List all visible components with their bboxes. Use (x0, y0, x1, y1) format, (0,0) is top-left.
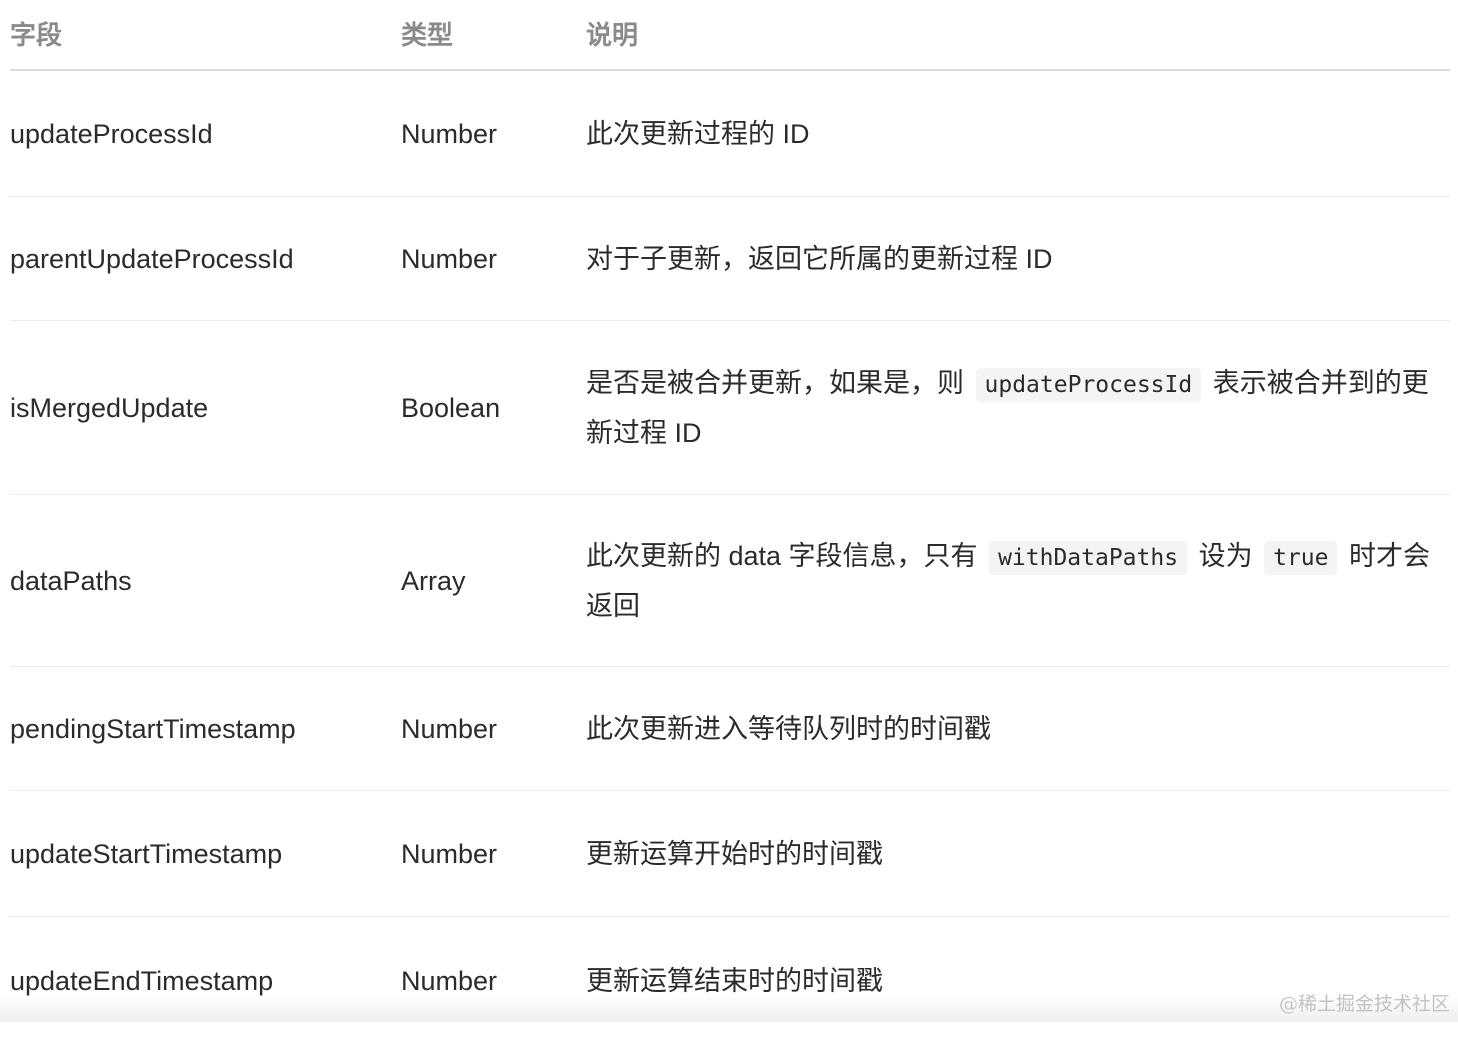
field-type: Boolean (401, 392, 501, 423)
inline-code: withDataPaths (989, 540, 1188, 575)
field-description: 此次更新进入等待队列时的时间戳 (586, 705, 1450, 753)
field-type: Number (401, 118, 498, 149)
table-header-row: 字段 类型 说明 (10, 0, 1450, 71)
description-text: 设为 (1191, 540, 1261, 571)
description-text: 是否是被合并更新，如果是，则 (586, 367, 972, 398)
description-text: 此次更新过程的 ID (586, 118, 810, 149)
table-row: updateEndTimestamp Number 更新运算结束时的时间戳 (10, 917, 1450, 1045)
field-name: updateStartTimestamp (10, 838, 283, 869)
inline-code: updateProcessId (975, 367, 1202, 402)
field-type: Number (401, 713, 498, 744)
description-text: 此次更新的 data 字段信息，只有 (586, 540, 986, 571)
field-description: 对于子更新，返回它所属的更新过程 ID (586, 235, 1450, 283)
field-description: 此次更新的 data 字段信息，只有 withDataPaths 设为 true… (586, 532, 1450, 630)
header-type: 类型 (401, 19, 454, 50)
field-name: pendingStartTimestamp (10, 713, 296, 744)
description-text: 更新运算结束时的时间戳 (586, 966, 883, 996)
field-type: Array (401, 565, 466, 596)
description-text: 此次更新进入等待队列时的时间戳 (586, 713, 991, 744)
inline-code: true (1264, 540, 1338, 575)
table-row: updateStartTimestamp Number 更新运算开始时的时间戳 (10, 791, 1450, 917)
field-table: 字段 类型 说明 updateProcessId Number 此次更新过程的 … (10, 0, 1450, 1045)
field-name: updateProcessId (10, 118, 213, 149)
field-type: Number (401, 243, 498, 274)
bottom-fade (0, 996, 1458, 1022)
header-description: 说明 (586, 19, 639, 50)
field-name: isMergedUpdate (10, 392, 209, 423)
field-description: 更新运算开始时的时间戳 (586, 830, 1450, 878)
field-type: Number (401, 838, 498, 869)
field-description: 是否是被合并更新，如果是，则 updateProcessId 表示被合并到的更新… (586, 359, 1450, 457)
table-row: pendingStartTimestamp Number 此次更新进入等待队列时… (10, 667, 1450, 791)
description-text: 对于子更新，返回它所属的更新过程 ID (586, 243, 1053, 274)
description-text: 更新运算开始时的时间戳 (586, 838, 883, 869)
field-description: 此次更新过程的 ID (586, 110, 1450, 158)
table-row: isMergedUpdate Boolean 是否是被合并更新，如果是，则 up… (10, 321, 1450, 495)
table-row: updateProcessId Number 此次更新过程的 ID (10, 71, 1450, 197)
header-field: 字段 (10, 19, 63, 50)
field-name: parentUpdateProcessId (10, 243, 294, 274)
table-row: parentUpdateProcessId Number 对于子更新，返回它所属… (10, 197, 1450, 321)
table-row: dataPaths Array 此次更新的 data 字段信息，只有 withD… (10, 495, 1450, 667)
field-name: dataPaths (10, 565, 132, 596)
watermark: @稀土掘金技术社区 (1278, 993, 1450, 1015)
